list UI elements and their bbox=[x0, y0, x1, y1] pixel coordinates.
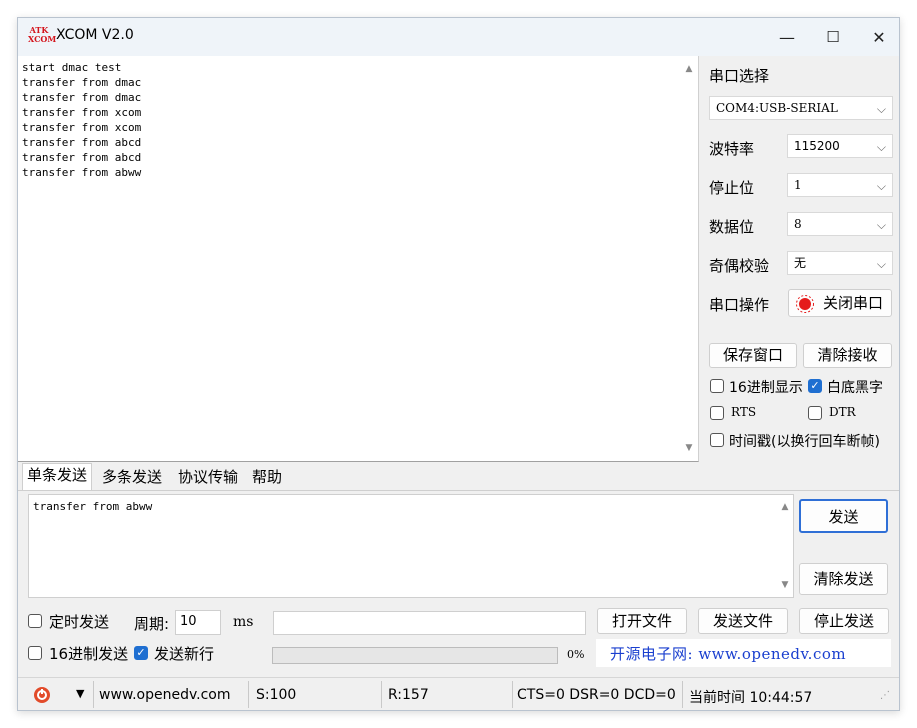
tab-single-send[interactable]: 单条发送 bbox=[22, 463, 93, 490]
hex-send-checkbox[interactable] bbox=[28, 646, 42, 660]
timestamp-checkbox[interactable] bbox=[710, 433, 724, 447]
minimize-button[interactable]: — bbox=[764, 18, 810, 56]
baud-label: 波特率 bbox=[709, 140, 755, 158]
tab-multi-send[interactable]: 多条发送 bbox=[98, 466, 166, 490]
port-select-label: 串口选择 bbox=[709, 67, 770, 85]
chevron-down-icon: ⌵ bbox=[876, 102, 886, 116]
timed-send-checkbox[interactable] bbox=[28, 614, 42, 628]
status-separator bbox=[381, 681, 382, 708]
scroll-up-icon[interactable]: ▲ bbox=[780, 503, 790, 512]
xcom-window: ATK XCOM XCOM V2.0 — ☐ ✕ start dmac test … bbox=[17, 17, 900, 711]
white-black-checkbox[interactable]: ✓ bbox=[808, 379, 822, 393]
status-time: 当前时间 10:44:57 bbox=[689, 690, 813, 706]
close-port-label: 关闭串口 bbox=[823, 294, 884, 312]
data-bits-select[interactable]: 8 ⌵ bbox=[787, 212, 893, 236]
clear-send-button[interactable]: 清除发送 bbox=[799, 563, 888, 595]
send-scrollbar[interactable]: ▲ ▼ bbox=[777, 495, 793, 597]
maximize-button[interactable]: ☐ bbox=[810, 18, 856, 56]
close-port-button[interactable]: 关闭串口 bbox=[788, 289, 892, 317]
parity-value: 无 bbox=[794, 256, 807, 270]
stop-bits-label: 停止位 bbox=[709, 179, 755, 197]
scroll-down-icon[interactable]: ▼ bbox=[780, 581, 790, 590]
status-separator bbox=[512, 681, 513, 708]
close-button[interactable]: ✕ bbox=[856, 18, 902, 56]
status-separator bbox=[93, 681, 94, 708]
send-newline-checkbox[interactable]: ✓ bbox=[134, 646, 148, 660]
parity-label: 奇偶校验 bbox=[709, 257, 770, 275]
baud-select[interactable]: 115200 ⌵ bbox=[787, 134, 893, 158]
chevron-down-icon: ⌵ bbox=[876, 140, 886, 154]
status-website[interactable]: www.openedv.com bbox=[99, 687, 231, 703]
chevron-down-icon: ⌵ bbox=[876, 218, 886, 232]
status-received-count: R:157 bbox=[388, 687, 429, 703]
site-banner-link[interactable]: 开源电子网: www.openedv.com bbox=[610, 643, 846, 664]
tab-protocol[interactable]: 协议传输 bbox=[174, 466, 242, 490]
ms-label: ms bbox=[233, 614, 254, 630]
window-title: XCOM V2.0 bbox=[56, 27, 134, 43]
tab-help[interactable]: 帮助 bbox=[248, 466, 286, 490]
stop-send-button[interactable]: 停止发送 bbox=[799, 608, 889, 634]
site-banner-box: 开源电子网: www.openedv.com bbox=[596, 639, 891, 667]
tab-divider bbox=[18, 490, 899, 491]
dropdown-arrow-icon[interactable]: ▼ bbox=[76, 687, 84, 700]
hex-display-checkbox[interactable] bbox=[710, 379, 724, 393]
data-bits-value: 8 bbox=[794, 217, 802, 231]
send-progress-bar bbox=[272, 647, 558, 664]
chevron-down-icon: ⌵ bbox=[876, 179, 886, 193]
white-black-label: 白底黑字 bbox=[827, 380, 883, 396]
send-file-button[interactable]: 发送文件 bbox=[698, 608, 788, 634]
send-text: transfer from abww bbox=[33, 500, 153, 513]
timestamp-label: 时间戳(以换行回车断帧) bbox=[729, 434, 880, 450]
app-logo-icon: ATK XCOM bbox=[28, 25, 57, 44]
receive-scrollbar[interactable]: ▲ ▼ bbox=[681, 56, 697, 460]
title-bar: ATK XCOM XCOM V2.0 — ☐ ✕ bbox=[18, 18, 899, 56]
rts-label: RTS bbox=[731, 405, 757, 419]
receive-text: start dmac test transfer from dmac trans… bbox=[22, 61, 142, 179]
stop-bits-value: 1 bbox=[794, 178, 802, 192]
scroll-down-icon[interactable]: ▼ bbox=[684, 444, 694, 453]
period-label: 周期: bbox=[134, 615, 170, 633]
file-path-input[interactable] bbox=[273, 611, 586, 635]
data-bits-label: 数据位 bbox=[709, 218, 755, 236]
status-sent-count: S:100 bbox=[256, 687, 297, 703]
progress-percent: 0% bbox=[567, 648, 585, 661]
dtr-label: DTR bbox=[829, 405, 856, 419]
hex-display-label: 16进制显示 bbox=[729, 380, 803, 396]
clear-receive-button[interactable]: 清除接收 bbox=[803, 343, 892, 368]
hex-send-label: 16进制发送 bbox=[49, 645, 129, 663]
status-separator bbox=[248, 681, 249, 708]
chevron-down-icon: ⌵ bbox=[876, 257, 886, 271]
port-select-value: COM4:USB-SERIAL bbox=[716, 101, 838, 115]
timed-send-label: 定时发送 bbox=[49, 613, 110, 631]
baud-value: 115200 bbox=[794, 139, 840, 153]
settings-menu-icon[interactable] bbox=[32, 685, 52, 705]
send-textarea[interactable]: transfer from abww ▲ ▼ bbox=[28, 494, 794, 598]
port-status-icon bbox=[795, 294, 815, 314]
period-input[interactable]: 10 bbox=[175, 610, 221, 635]
send-mode-tabs: 单条发送 多条发送 协议传输 帮助 bbox=[18, 462, 699, 490]
port-operation-label: 串口操作 bbox=[709, 296, 770, 314]
send-button[interactable]: 发送 bbox=[799, 499, 888, 533]
scroll-up-icon[interactable]: ▲ bbox=[684, 65, 694, 74]
status-separator bbox=[682, 681, 683, 708]
status-bar: ▼ www.openedv.com S:100 R:157 CTS=0 DSR=… bbox=[18, 677, 899, 710]
open-file-button[interactable]: 打开文件 bbox=[597, 608, 687, 634]
resize-grip-icon[interactable]: ⋰ bbox=[880, 690, 890, 701]
dtr-checkbox[interactable] bbox=[808, 406, 822, 420]
receive-textarea[interactable]: start dmac test transfer from dmac trans… bbox=[18, 56, 699, 462]
save-window-button[interactable]: 保存窗口 bbox=[709, 343, 797, 368]
port-select[interactable]: COM4:USB-SERIAL ⌵ bbox=[709, 96, 893, 120]
status-signals: CTS=0 DSR=0 DCD=0 bbox=[517, 687, 676, 703]
rts-checkbox[interactable] bbox=[710, 406, 724, 420]
parity-select[interactable]: 无 ⌵ bbox=[787, 251, 893, 275]
send-newline-label: 发送新行 bbox=[154, 645, 215, 663]
stop-bits-select[interactable]: 1 ⌵ bbox=[787, 173, 893, 197]
